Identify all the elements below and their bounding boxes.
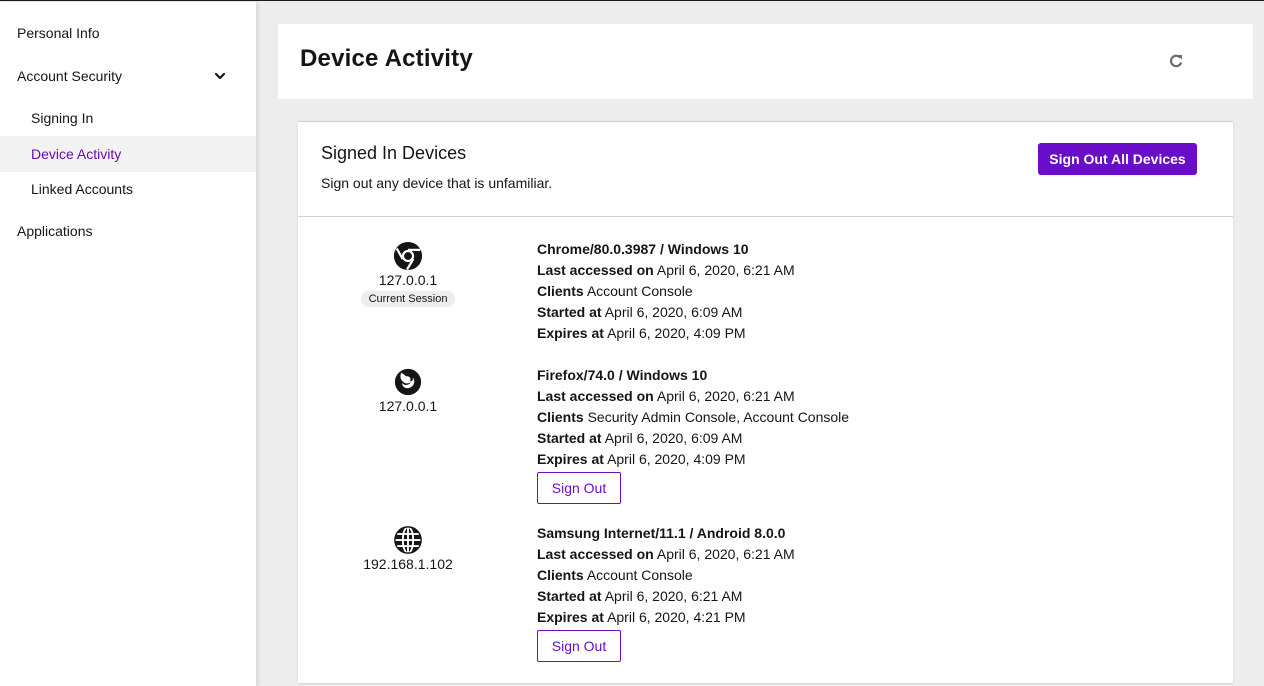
refresh-button[interactable] [1166,51,1186,71]
device-details: Firefox/74.0 / Windows 10 Last accessed … [537,365,849,504]
sidebar-item-account-security[interactable]: Account Security [0,58,256,94]
sidebar-item-signing-in[interactable]: Signing In [0,100,256,136]
main-content: Device Activity Signed In Devices Sign o… [256,2,1264,686]
page-title: Device Activity [300,45,473,72]
card-header: Signed In Devices Sign out any device th… [298,122,1233,217]
expires-at: Expires at April 6, 2020, 4:09 PM [537,451,746,467]
page-header: Device Activity [278,24,1253,99]
sidebar-item-label: Account Security [17,68,123,84]
chevron-down-icon [214,72,226,80]
sidebar-item-linked-accounts[interactable]: Linked Accounts [0,171,256,207]
device-details: Chrome/80.0.3987 / Windows 10 Last acces… [537,239,795,344]
sign-out-all-devices-button[interactable]: Sign Out All Devices [1038,143,1197,175]
sidebar-item-label: Linked Accounts [31,181,133,197]
last-accessed: Last accessed on April 6, 2020, 6:21 AM [537,388,795,404]
started-at: Started at April 6, 2020, 6:09 AM [537,430,743,446]
clients: Clients Account Console [537,283,693,299]
device-summary: 127.0.0.1 [358,365,458,415]
refresh-icon [1169,54,1183,68]
globe-icon [394,525,422,555]
card-subtitle: Sign out any device that is unfamiliar. [321,175,553,191]
clients: Clients Account Console [537,567,693,583]
device-summary: 127.0.0.1 Current Session [358,239,458,307]
device-title: Chrome/80.0.3987 / Windows 10 [537,241,749,257]
sidebar-item-device-activity[interactable]: Device Activity [0,136,256,172]
sidebar-item-label: Device Activity [31,146,122,162]
expires-at: Expires at April 6, 2020, 4:09 PM [537,325,746,341]
device-ip: 192.168.1.102 [363,556,453,572]
signed-in-devices-card: Signed In Devices Sign out any device th… [298,121,1233,683]
sign-out-button[interactable]: Sign Out [537,630,621,662]
current-session-badge: Current Session [360,291,456,307]
clients: Clients Security Admin Console, Account … [537,409,850,425]
sidebar-item-label: Applications [17,223,93,239]
card-title: Signed In Devices [321,143,467,163]
last-accessed: Last accessed on April 6, 2020, 6:21 AM [537,546,795,562]
sidebar-item-applications[interactable]: Applications [0,213,256,249]
sidebar-item-label: Signing In [31,110,94,126]
sidebar: Personal Info Account Security Signing I… [0,2,256,686]
chrome-icon [393,241,423,271]
device-summary: 192.168.1.102 [358,523,458,573]
device-title: Firefox/74.0 / Windows 10 [537,367,708,383]
started-at: Started at April 6, 2020, 6:09 AM [537,304,743,320]
device-ip: 127.0.0.1 [378,398,438,414]
sidebar-item-personal-info[interactable]: Personal Info [0,15,256,51]
sign-out-button[interactable]: Sign Out [537,472,621,504]
device-title: Samsung Internet/11.1 / Android 8.0.0 [537,525,786,541]
last-accessed: Last accessed on April 6, 2020, 6:21 AM [537,262,795,278]
expires-at: Expires at April 6, 2020, 4:21 PM [537,609,746,625]
firefox-icon [394,368,422,396]
device-details: Samsung Internet/11.1 / Android 8.0.0 La… [537,523,795,662]
started-at: Started at April 6, 2020, 6:21 AM [537,588,743,604]
sidebar-item-label: Personal Info [17,25,100,41]
device-ip: 127.0.0.1 [378,272,438,288]
